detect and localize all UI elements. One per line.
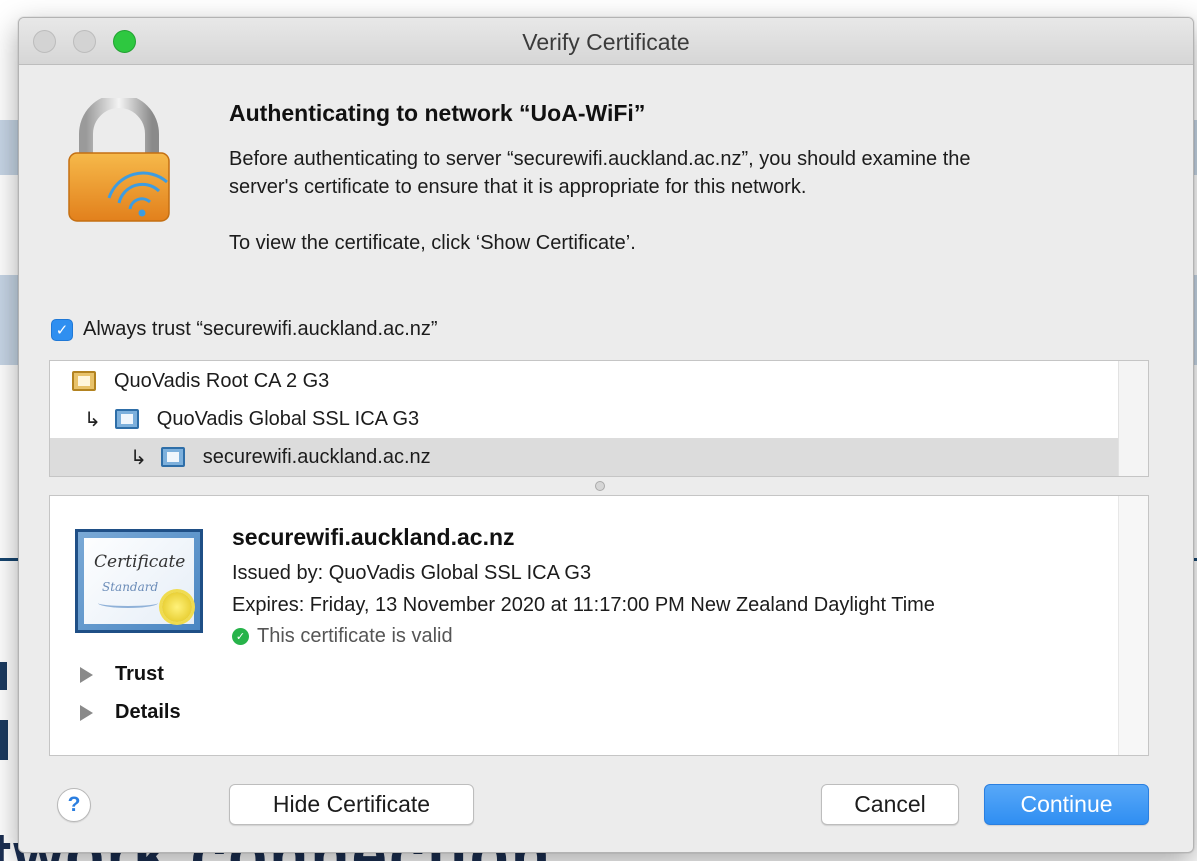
details-disclosure[interactable]: Details bbox=[80, 701, 181, 724]
detail-scrollbar[interactable] bbox=[1118, 496, 1148, 755]
status-text: This certificate is valid bbox=[257, 625, 453, 647]
cancel-button[interactable]: Cancel bbox=[821, 784, 959, 825]
trust-disclosure[interactable]: Trust bbox=[80, 663, 164, 686]
intermediate-certificate-icon bbox=[114, 409, 139, 429]
details-label: Details bbox=[115, 701, 181, 723]
hide-certificate-button[interactable]: Hide Certificate bbox=[229, 784, 474, 825]
seal-icon bbox=[162, 592, 192, 622]
split-view-handle[interactable] bbox=[595, 481, 605, 491]
badge-title: Certificate bbox=[94, 552, 186, 572]
chain-item-root[interactable]: QuoVadis Root CA 2 G3 bbox=[50, 362, 1118, 400]
prompt-message: Before authenticating to server “securew… bbox=[229, 145, 971, 201]
chain-item-intermediate[interactable]: ↳ QuoVadis Global SSL ICA G3 bbox=[50, 400, 1118, 438]
badge-subtitle: Standard bbox=[102, 580, 159, 594]
chain-item-label: QuoVadis Global SSL ICA G3 bbox=[156, 407, 420, 430]
chain-item-label: securewifi.auckland.ac.nz bbox=[202, 445, 431, 468]
always-trust-checkbox[interactable]: ✓ bbox=[51, 318, 73, 341]
disclosure-triangle-icon[interactable] bbox=[80, 666, 93, 683]
always-trust-row[interactable]: ✓ Always trust “securewifi.auckland.ac.n… bbox=[51, 318, 438, 341]
certificate-name: securewifi.auckland.ac.nz bbox=[232, 524, 515, 550]
certificate-chain-list: QuoVadis Root CA 2 G3 ↳ QuoVadis Global … bbox=[49, 360, 1149, 477]
background-fragment bbox=[0, 662, 7, 690]
verify-certificate-dialog: Verify Certificate Authenticating to net… bbox=[18, 17, 1194, 853]
certificate-expiry: Expires: Friday, 13 November 2020 at 11:… bbox=[232, 594, 935, 616]
prompt-heading: Authenticating to network “UoA-WiFi” bbox=[229, 100, 646, 126]
disclosure-triangle-icon[interactable] bbox=[80, 704, 93, 721]
trust-label: Trust bbox=[115, 663, 164, 685]
always-trust-label: Always trust “securewifi.auckland.ac.nz” bbox=[83, 318, 438, 340]
background-fragment bbox=[0, 720, 8, 760]
chain-item-leaf[interactable]: ↳ securewifi.auckland.ac.nz bbox=[50, 438, 1118, 476]
certificate-status: ✓ This certificate is valid bbox=[232, 625, 453, 648]
certificate-issuer: Issued by: QuoVadis Global SSL ICA G3 bbox=[232, 562, 592, 584]
tree-scrollbar[interactable] bbox=[1118, 361, 1148, 476]
leaf-certificate-icon bbox=[160, 447, 185, 467]
certificate-badge-icon: Certificate Standard bbox=[75, 529, 203, 633]
window-title: Verify Certificate bbox=[522, 29, 690, 55]
root-certificate-icon bbox=[72, 371, 96, 391]
prompt-line: server's certificate to ensure that it i… bbox=[229, 176, 807, 198]
help-button[interactable]: ? bbox=[57, 788, 91, 822]
titlebar: Verify Certificate bbox=[19, 18, 1193, 65]
child-arrow-icon: ↳ bbox=[130, 446, 147, 469]
prompt-instruction: To view the certificate, click ‘Show Cer… bbox=[229, 232, 636, 254]
child-arrow-icon: ↳ bbox=[84, 408, 101, 431]
chain-item-label: QuoVadis Root CA 2 G3 bbox=[114, 369, 330, 392]
continue-button[interactable]: Continue bbox=[984, 784, 1149, 825]
checkmark-icon: ✓ bbox=[232, 628, 249, 645]
padlock-wifi-icon bbox=[68, 98, 170, 222]
prompt-line: Before authenticating to server “securew… bbox=[229, 148, 971, 170]
certificate-detail-panel: Certificate Standard securewifi.auckland… bbox=[49, 495, 1149, 756]
